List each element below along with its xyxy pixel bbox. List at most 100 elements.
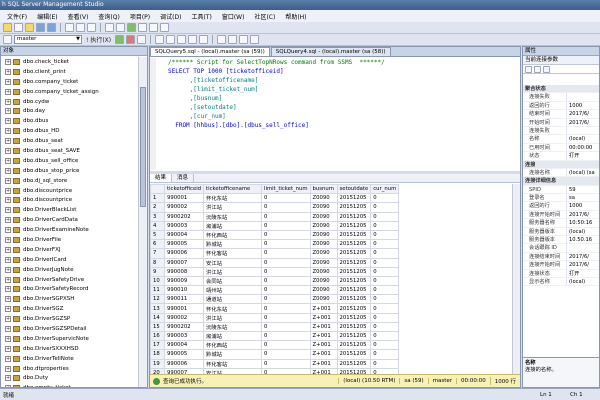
grid-cell[interactable]: 20151205 <box>336 257 372 268</box>
row-number[interactable]: 10 <box>150 275 165 287</box>
grid-cell[interactable]: 0 <box>261 349 311 360</box>
property-category[interactable]: 连接详细信息 <box>523 177 599 186</box>
property-row[interactable]: 名称 (local) <box>523 135 599 144</box>
execute-button[interactable]: ! 执行(X) <box>84 35 113 44</box>
row-number[interactable]: 5 <box>150 229 165 241</box>
grid-cell[interactable]: 20151205 <box>336 248 372 259</box>
row-number[interactable]: 9 <box>150 266 165 277</box>
tree-item[interactable]: + dbo.DriverCardData <box>1 215 139 225</box>
grid-cell[interactable]: 990008 <box>163 266 205 277</box>
row-number[interactable]: 15 <box>150 321 165 333</box>
expand-icon[interactable]: + <box>5 128 11 135</box>
property-category[interactable]: 连接 <box>523 160 599 169</box>
grid-cell[interactable]: 0 <box>261 312 311 323</box>
properties-icon[interactable] <box>149 23 158 32</box>
grid-cell[interactable]: 0 <box>261 239 311 250</box>
results-to-text-icon[interactable] <box>177 35 187 44</box>
comment-icon[interactable] <box>217 35 227 44</box>
grid-cell[interactable]: 0 <box>370 202 400 213</box>
grid-cell[interactable]: 0 <box>261 229 311 241</box>
expand-icon[interactable]: + <box>5 286 11 293</box>
grid-cell[interactable]: 0 <box>261 358 311 369</box>
grid-cell[interactable]: 990009 <box>163 275 205 287</box>
grid-cell[interactable]: 黔城站 <box>203 239 263 250</box>
grid-cell[interactable]: 0 <box>370 349 400 360</box>
grid-cell[interactable]: 0 <box>261 266 311 277</box>
grid-cell[interactable]: 0 <box>261 340 311 351</box>
grid-cell[interactable]: 溆浦站 <box>203 220 263 231</box>
expand-icon[interactable]: + <box>5 207 11 214</box>
grid-cell[interactable]: 990003 <box>163 220 205 231</box>
expand-icon[interactable]: + <box>5 335 11 342</box>
tree-item[interactable]: + dbo.dbus_seat_SAVE <box>1 146 139 156</box>
results-scrollbar[interactable] <box>512 184 520 375</box>
row-number[interactable]: 6 <box>150 239 165 250</box>
expand-icon[interactable]: + <box>5 385 11 387</box>
menu-tools[interactable]: 工具(T) <box>186 12 216 21</box>
tree-item[interactable]: + dbo.DriverJugNote <box>1 265 139 275</box>
grid-cell[interactable]: Z0090 <box>309 248 338 259</box>
grid-cell[interactable]: 20151205 <box>336 202 372 213</box>
column-header[interactable]: setoutdate <box>336 184 372 195</box>
grid-cell[interactable]: 沅陵东站 <box>203 321 263 333</box>
grid-cell[interactable]: 0 <box>370 294 400 305</box>
tree-item[interactable]: + dbo.DriverBlackList <box>1 205 139 215</box>
grid-cell[interactable]: 0 <box>370 239 400 250</box>
expand-icon[interactable]: + <box>5 187 11 194</box>
column-header[interactable]: cur_num <box>370 184 400 195</box>
cancel-query-icon[interactable] <box>126 35 136 44</box>
grid-cell[interactable]: 990001 <box>163 303 205 314</box>
expand-icon[interactable]: + <box>5 266 11 273</box>
grid-cell[interactable]: Z+001 <box>309 349 338 360</box>
expand-icon[interactable]: + <box>5 316 11 323</box>
expand-icon[interactable]: + <box>5 118 11 125</box>
property-row[interactable]: 连接失败 <box>523 126 599 136</box>
table-row[interactable]: 9 990008 洪江站 0 Z0090 20151205 0 <box>150 266 400 277</box>
grid-cell[interactable]: Z+001 <box>309 330 338 342</box>
tree-item[interactable]: + dbo.DriverFile <box>1 235 139 245</box>
grid-cell[interactable]: 20151205 <box>336 294 372 305</box>
document-tab[interactable]: SQLQuery4.sql - (local).master (sa (58)) <box>270 47 391 56</box>
menu-file[interactable]: 文件(F) <box>2 12 32 21</box>
property-row[interactable]: 状态 打开 <box>523 152 599 161</box>
tree-item[interactable]: + dbo.DriverTellNote <box>1 354 139 364</box>
row-number[interactable]: 13 <box>150 303 165 314</box>
property-row[interactable]: 开始时间 2017/6/ <box>523 118 599 127</box>
menu-help[interactable]: 帮助(H) <box>280 12 311 21</box>
grid-cell[interactable]: Z0090 <box>309 266 338 277</box>
tree-item[interactable]: + dbo.check_ticket <box>1 57 139 67</box>
property-row[interactable]: 返回的行 1000 <box>523 202 599 211</box>
grid-cell[interactable]: 黔城站 <box>203 349 263 360</box>
tree-item[interactable]: + dbo.DriverSupervicNote <box>1 334 139 344</box>
grid-cell[interactable]: Z0090 <box>309 294 338 305</box>
grid-cell[interactable]: 0 <box>370 257 400 268</box>
row-number[interactable]: 8 <box>150 257 165 268</box>
property-row[interactable]: SPID 59 <box>523 185 599 195</box>
grid-cell[interactable]: Z0090 <box>309 220 338 231</box>
expand-icon[interactable]: + <box>5 227 11 234</box>
tree-item[interactable]: + dbo.discountprice <box>1 186 139 196</box>
property-row[interactable]: 服务器名称 10:50:16 <box>523 219 599 228</box>
tree-item[interactable]: + dbo.company_ticket_assign <box>1 87 139 97</box>
grid-cell[interactable]: 0 <box>370 248 400 259</box>
property-row[interactable]: 返回的行 1000 <box>523 101 599 111</box>
grid-cell[interactable]: 0 <box>370 312 400 323</box>
property-row[interactable]: 连接失败 <box>523 93 599 102</box>
menu-view[interactable]: 查看(V) <box>63 12 94 21</box>
grid-cell[interactable]: 20151205 <box>336 239 372 250</box>
tree-item[interactable]: + dbo.DriverFXJ <box>1 245 139 255</box>
tree-item[interactable]: + dbo.DriverSafetyDrive <box>1 275 139 285</box>
grid-cell[interactable]: 990011 <box>163 294 205 305</box>
tree-item[interactable]: + dbo.discountprice <box>1 195 139 205</box>
column-header[interactable]: ticketofficeid <box>163 184 205 195</box>
grid-cell[interactable]: 9900202 <box>163 211 205 222</box>
table-row[interactable]: 18 990005 黔城站 0 Z+001 20151205 0 <box>150 349 400 360</box>
grid-cell[interactable]: 990004 <box>163 340 205 351</box>
table-row[interactable]: 17 990004 怀化西站 0 Z+001 20151205 0 <box>150 340 400 351</box>
table-row[interactable]: 11 990010 靖州站 0 Z0090 20151205 0 <box>150 285 400 296</box>
expand-icon[interactable]: + <box>5 256 11 263</box>
table-row[interactable]: 16 990003 溆浦站 0 Z+001 20151205 0 <box>150 330 400 342</box>
grid-cell[interactable]: 990003 <box>163 330 205 342</box>
grid-cell[interactable]: 怀化西站 <box>203 229 263 241</box>
expand-icon[interactable]: + <box>5 217 11 224</box>
